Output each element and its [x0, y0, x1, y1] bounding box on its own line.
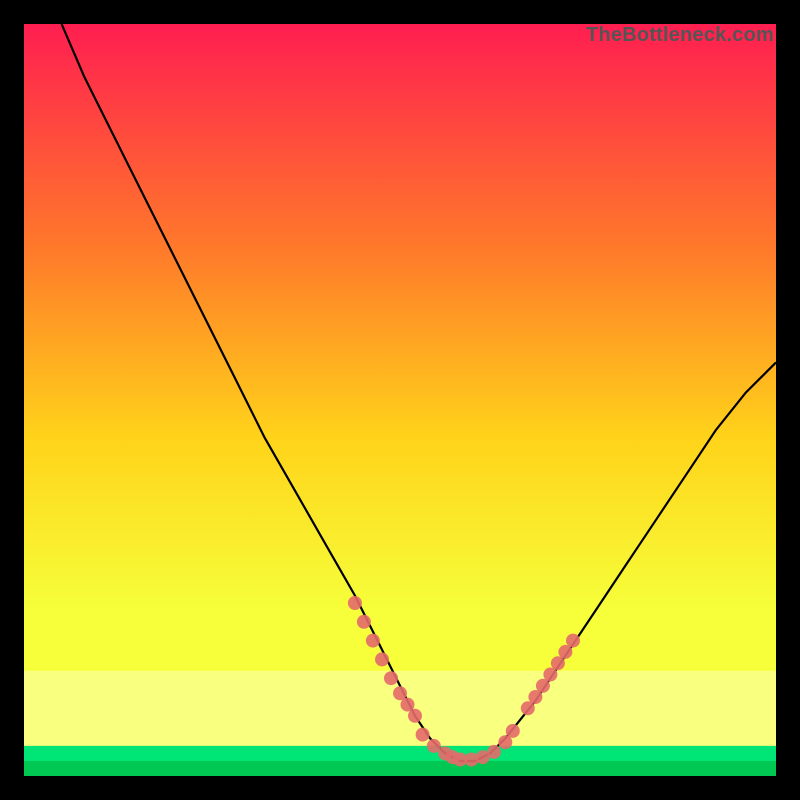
data-point	[408, 709, 422, 723]
bottleneck-chart	[24, 24, 776, 776]
green-band-highlight	[24, 746, 776, 761]
chart-frame: TheBottleneck.com	[24, 24, 776, 776]
data-point	[566, 634, 580, 648]
data-point	[384, 671, 398, 685]
pale-band	[24, 671, 776, 746]
data-point	[366, 634, 380, 648]
data-point	[357, 615, 371, 629]
data-point	[348, 596, 362, 610]
watermark-text: TheBottleneck.com	[586, 24, 774, 47]
data-point	[375, 652, 389, 666]
data-point	[487, 745, 501, 759]
data-point	[416, 728, 430, 742]
heatmap-gradient	[24, 24, 776, 776]
data-point	[506, 724, 520, 738]
